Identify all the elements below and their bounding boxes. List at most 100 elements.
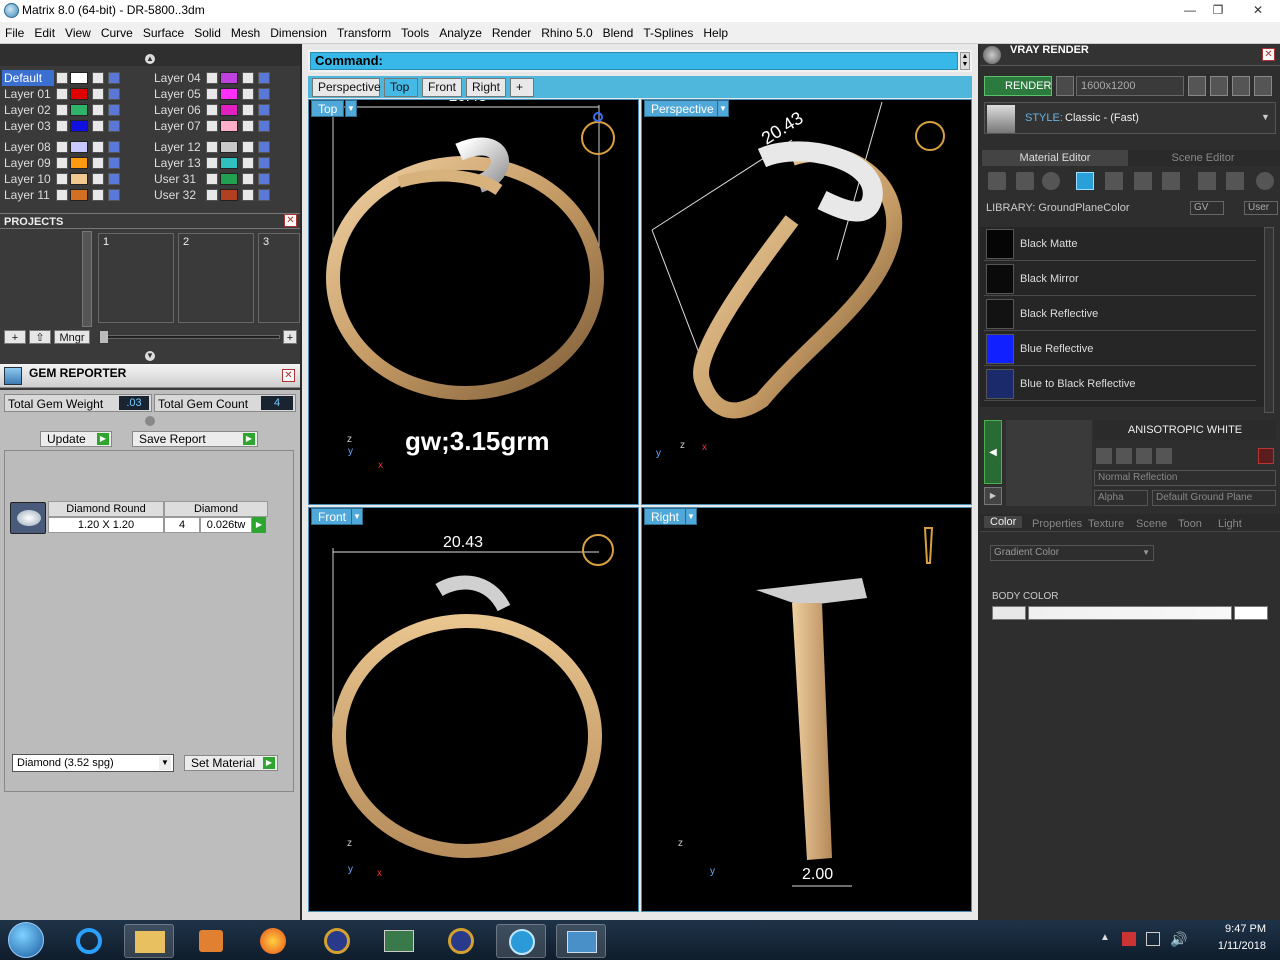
- light-bulb-icon[interactable]: [1256, 172, 1274, 190]
- up-arrow-icon[interactable]: ⇧: [29, 330, 51, 344]
- layer-color-swatch[interactable]: [220, 141, 238, 153]
- menu-blend[interactable]: Blend: [598, 22, 639, 44]
- layer-expand-icon[interactable]: [56, 173, 68, 185]
- layer-row[interactable]: User 32: [150, 187, 295, 203]
- library-item[interactable]: Blue to Black Reflective: [984, 367, 1256, 401]
- explorer-icon[interactable]: [124, 924, 174, 958]
- layer-lock-icon[interactable]: [92, 189, 104, 201]
- project-slot[interactable]: 3: [258, 233, 300, 323]
- layer-row[interactable]: Layer 05: [150, 86, 295, 102]
- export-icon[interactable]: [1226, 172, 1244, 190]
- layer-row[interactable]: Layer 04: [150, 70, 295, 86]
- viewport-perspective-label[interactable]: Perspective: [644, 100, 721, 117]
- firefox-icon[interactable]: [248, 924, 298, 958]
- layer-color-swatch[interactable]: [220, 173, 238, 185]
- layer-visible-icon[interactable]: [258, 157, 270, 169]
- camera-icon[interactable]: [1056, 76, 1074, 96]
- layer-row[interactable]: Layer 02: [0, 102, 145, 118]
- layer-lock-icon[interactable]: [242, 88, 254, 100]
- layer-lock-icon[interactable]: [242, 189, 254, 201]
- texture-icon[interactable]: [1105, 172, 1123, 190]
- clock-date[interactable]: 1/11/2018: [1196, 940, 1266, 952]
- library-item[interactable]: Black Mirror: [984, 262, 1256, 296]
- library-item[interactable]: Black Reflective: [984, 297, 1256, 331]
- chevron-down-icon[interactable]: ▼: [685, 508, 697, 525]
- layer-expand-icon[interactable]: [56, 189, 68, 201]
- layer-color-swatch[interactable]: [70, 173, 88, 185]
- list-icon[interactable]: [1232, 76, 1250, 96]
- layer-visible-icon[interactable]: [108, 157, 120, 169]
- layer-lock-icon[interactable]: [242, 120, 254, 132]
- layer-expand-icon[interactable]: [206, 157, 218, 169]
- gem-icon[interactable]: [1016, 172, 1034, 190]
- start-button[interactable]: [8, 922, 44, 958]
- layer-lock-icon[interactable]: [242, 72, 254, 84]
- image-viewer-icon[interactable]: [556, 924, 606, 958]
- layer-row[interactable]: Layer 09: [0, 155, 145, 171]
- tab-front[interactable]: Front: [422, 78, 462, 97]
- resolution-select[interactable]: 1600x1200: [1076, 76, 1184, 96]
- import-icon[interactable]: [1198, 172, 1216, 190]
- close-icon[interactable]: ✕: [284, 214, 297, 227]
- layer-expand-icon[interactable]: [56, 72, 68, 84]
- layer-expand-icon[interactable]: [206, 173, 218, 185]
- menu-view[interactable]: View: [60, 22, 96, 44]
- layer-visible-icon[interactable]: [108, 120, 120, 132]
- save-icon[interactable]: [1096, 448, 1112, 464]
- volume-icon[interactable]: 🔊: [1170, 931, 1187, 948]
- layer-name[interactable]: Layer 03: [2, 118, 54, 134]
- flame-icon[interactable]: [988, 172, 1006, 190]
- prop-tab-scene[interactable]: Scene: [1136, 518, 1167, 530]
- manager-button[interactable]: Mngr: [54, 330, 90, 344]
- viewport-top-label[interactable]: Top: [311, 100, 345, 117]
- menu-render[interactable]: Render: [487, 22, 536, 44]
- layer-color-swatch[interactable]: [220, 189, 238, 201]
- layer-row[interactable]: Layer 10: [0, 171, 145, 187]
- layer-name[interactable]: Default: [2, 70, 54, 86]
- layer-expand-icon[interactable]: [206, 72, 218, 84]
- tab-top[interactable]: Top: [384, 78, 418, 97]
- color-start-swatch[interactable]: [992, 606, 1026, 620]
- layer-color-swatch[interactable]: [70, 72, 88, 84]
- expand-icon[interactable]: ▼: [145, 351, 155, 361]
- command-scroll[interactable]: ▲ ▼: [960, 52, 970, 70]
- layer-visible-icon[interactable]: [108, 72, 120, 84]
- paste-icon[interactable]: [1136, 448, 1152, 464]
- ie-icon[interactable]: [64, 924, 114, 958]
- layer-color-swatch[interactable]: [220, 104, 238, 116]
- layer-lock-icon[interactable]: [92, 104, 104, 116]
- layer-visible-icon[interactable]: [108, 88, 120, 100]
- layer-visible-icon[interactable]: [258, 189, 270, 201]
- layer-color-swatch[interactable]: [220, 120, 238, 132]
- viewport-front[interactable]: Front ▼ 20.43 z y x: [308, 507, 639, 912]
- layer-expand-icon[interactable]: [56, 88, 68, 100]
- prop-tab-toon[interactable]: Toon: [1178, 518, 1202, 530]
- layer-name[interactable]: Layer 13: [152, 155, 204, 171]
- chevron-down-icon[interactable]: ▼: [717, 100, 729, 117]
- layer-lock-icon[interactable]: [92, 88, 104, 100]
- layer-visible-icon[interactable]: [258, 104, 270, 116]
- command-input[interactable]: Command:: [310, 52, 958, 70]
- layer-color-swatch[interactable]: [220, 72, 238, 84]
- tab-add[interactable]: +: [510, 78, 534, 97]
- layer-expand-icon[interactable]: [56, 120, 68, 132]
- menu-help[interactable]: Help: [698, 22, 733, 44]
- layer-visible-icon[interactable]: [258, 120, 270, 132]
- menu-rhino-5-0[interactable]: Rhino 5.0: [536, 22, 597, 44]
- flag-icon[interactable]: [1122, 932, 1136, 946]
- layer-name[interactable]: Layer 01: [2, 86, 54, 102]
- render-button[interactable]: RENDER: [984, 76, 1052, 96]
- layer-lock-icon[interactable]: [92, 173, 104, 185]
- menu-edit[interactable]: Edit: [29, 22, 60, 44]
- layer-expand-icon[interactable]: [206, 141, 218, 153]
- menu-transform[interactable]: Transform: [332, 22, 396, 44]
- layer-lock-icon[interactable]: [242, 104, 254, 116]
- add-project-button[interactable]: +: [4, 330, 26, 344]
- update-button[interactable]: Update ▶: [40, 431, 112, 447]
- background-icon[interactable]: [1076, 172, 1094, 190]
- expand-left-icon[interactable]: ◀: [984, 420, 1002, 484]
- menu-dimension[interactable]: Dimension: [265, 22, 332, 44]
- grid-icon[interactable]: [1254, 76, 1272, 96]
- prop-tab-light[interactable]: Light: [1218, 518, 1242, 530]
- material-select[interactable]: Diamond (3.52 spg) ▼: [12, 754, 174, 772]
